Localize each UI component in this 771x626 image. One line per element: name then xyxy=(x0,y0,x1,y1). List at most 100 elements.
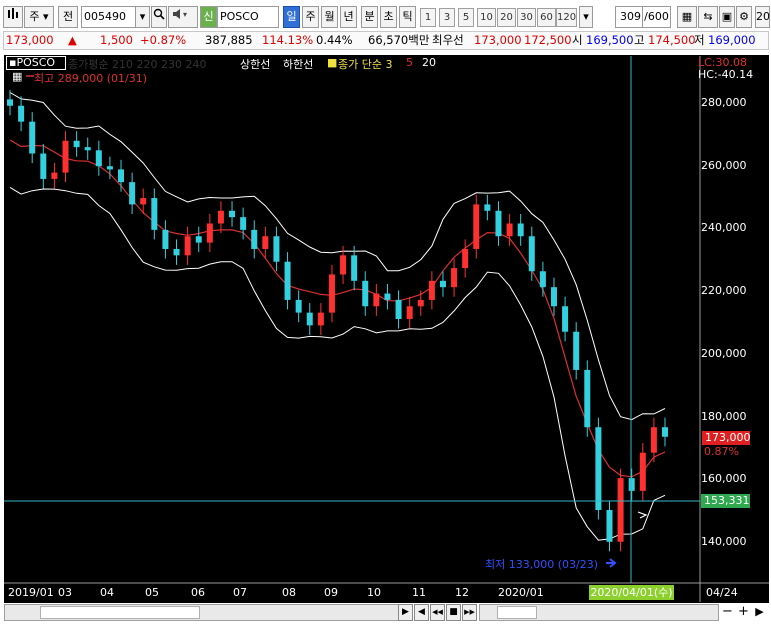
candle xyxy=(662,417,668,447)
zoom-thumb[interactable] xyxy=(497,606,537,619)
candle-body xyxy=(84,147,91,151)
max-label: 최고 289,000 (01/31) xyxy=(34,72,148,85)
candle xyxy=(162,220,169,259)
candle-body xyxy=(295,299,302,313)
price-tick-5: 200,000 xyxy=(701,347,747,360)
candle-body xyxy=(340,255,347,275)
fast-forward-icon[interactable]: ▶▶ xyxy=(462,604,477,621)
candle-body xyxy=(506,223,513,237)
candle-body xyxy=(628,478,635,491)
zoom-in-button[interactable]: + xyxy=(736,604,751,621)
candle-body xyxy=(251,229,258,249)
legend-limit-down: 하한선 xyxy=(283,58,314,71)
candle-body xyxy=(262,236,269,249)
candle xyxy=(573,322,580,380)
legend-bb5: 5 xyxy=(406,56,413,69)
candle-body xyxy=(240,217,247,230)
candle xyxy=(617,468,624,552)
candle-body xyxy=(617,478,624,542)
legend-stock: POSCO xyxy=(16,56,56,69)
candle-body xyxy=(639,452,646,491)
candle-body xyxy=(317,312,324,326)
candle-body xyxy=(195,236,202,243)
x-label-9: 10 xyxy=(367,586,381,599)
candle-body xyxy=(484,204,491,211)
candle-body xyxy=(106,166,113,170)
stop-icon[interactable]: ■ xyxy=(446,604,461,621)
candle xyxy=(118,159,125,192)
price-tick-8: 140,000 xyxy=(701,535,747,548)
candle-body xyxy=(173,248,180,256)
candle xyxy=(206,213,213,253)
candle-body xyxy=(206,223,213,243)
candle xyxy=(84,137,91,160)
candle-body xyxy=(473,204,480,249)
candle xyxy=(73,131,80,157)
candle xyxy=(462,239,469,278)
candle xyxy=(284,252,291,310)
candle xyxy=(639,443,646,501)
legend-bb: 종가 단순 3 xyxy=(338,58,393,71)
candle-body xyxy=(406,306,413,319)
candle xyxy=(217,201,224,234)
candle xyxy=(195,226,202,253)
last-price-badge: 173,000 xyxy=(702,431,751,445)
price-tick-2: 260,000 xyxy=(701,159,747,172)
price-tick-6: 180,000 xyxy=(701,410,747,423)
candle-body xyxy=(395,299,402,319)
cursor-date-badge: 2020/04/01(수) xyxy=(589,585,674,600)
candle xyxy=(95,140,102,176)
candle xyxy=(328,264,335,323)
candle xyxy=(351,245,358,291)
zoom-out-button[interactable]: − xyxy=(720,604,735,621)
candles xyxy=(7,89,668,552)
cross-value-badge: 153,331 xyxy=(701,494,750,508)
candle xyxy=(606,500,613,552)
candle-body xyxy=(384,293,391,300)
candle xyxy=(406,296,413,329)
candle xyxy=(229,201,236,227)
candle-body xyxy=(528,236,535,272)
candle xyxy=(395,290,402,329)
candle-body xyxy=(373,293,380,307)
x-label-13: 04/24 xyxy=(706,586,738,599)
candle-body xyxy=(29,121,36,154)
candle-body xyxy=(306,312,313,326)
x-label-11: 12 xyxy=(455,586,469,599)
price-tick-4: 220,000 xyxy=(701,284,747,297)
candle xyxy=(428,271,435,310)
candle-body xyxy=(140,198,147,205)
x-label-4: 05 xyxy=(145,586,159,599)
candle xyxy=(173,239,180,265)
scroll-end-icon[interactable]: ▶ xyxy=(752,604,767,621)
legend-bb-bullet-icon: ■ xyxy=(327,56,338,69)
settings-grid-icon[interactable]: ▦ xyxy=(12,70,22,83)
candle xyxy=(384,283,391,310)
candle-body xyxy=(273,236,280,262)
candle xyxy=(184,226,191,265)
candle xyxy=(306,303,313,335)
candle xyxy=(539,261,546,297)
candle-body xyxy=(129,182,136,205)
price-tick-1: 280,000 xyxy=(701,96,747,109)
candle-body xyxy=(584,369,591,428)
candle xyxy=(18,96,25,132)
rewind-icon[interactable]: ◀◀ xyxy=(430,604,445,621)
candle-body xyxy=(417,299,424,307)
candle-body xyxy=(439,280,446,288)
candle-body xyxy=(462,248,469,269)
scroll-left-icon[interactable]: ◀ xyxy=(414,604,429,621)
chart-canvas xyxy=(4,56,769,602)
scrollbar-thumb[interactable] xyxy=(40,606,200,619)
candle xyxy=(262,226,269,259)
candle-body xyxy=(351,255,358,281)
scroll-right-icon[interactable]: ▶ xyxy=(398,604,413,621)
candle xyxy=(628,468,635,501)
x-label-2: 03 xyxy=(58,586,72,599)
candle-body xyxy=(40,153,47,179)
legend-title: ▪POSCO xyxy=(6,56,66,70)
candle xyxy=(29,112,36,164)
candle xyxy=(417,290,424,316)
candle-body xyxy=(550,287,557,307)
candle xyxy=(584,360,591,437)
